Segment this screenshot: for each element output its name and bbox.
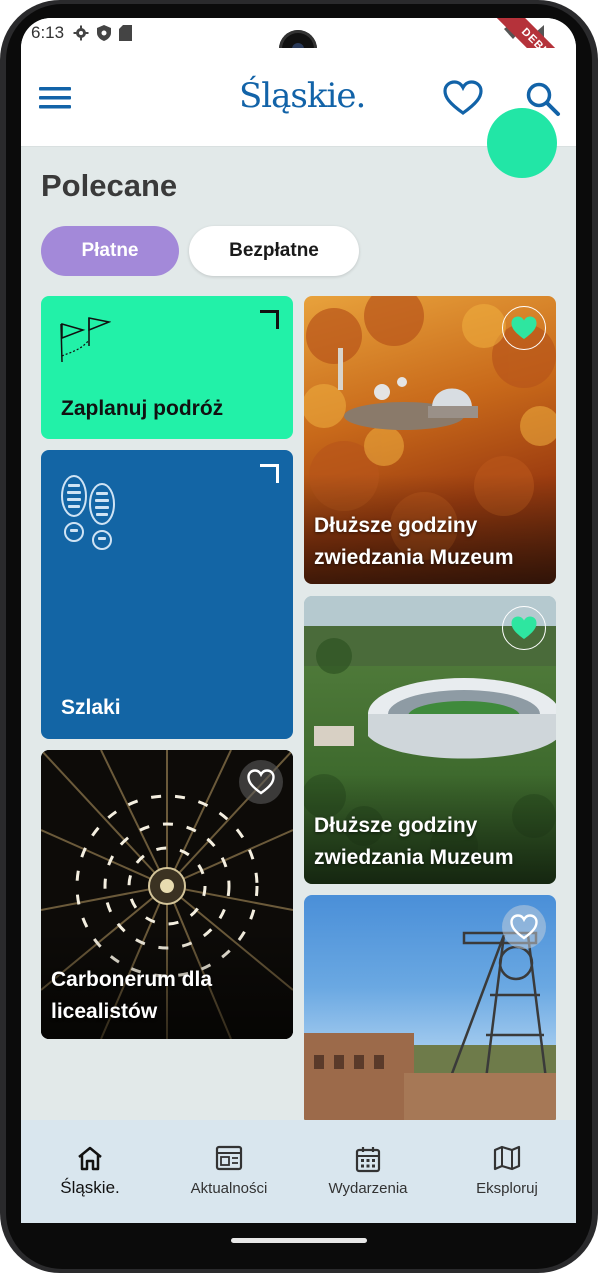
expand-corner-icon xyxy=(260,310,279,329)
map-icon xyxy=(493,1145,521,1171)
flags-icon xyxy=(60,317,111,363)
news-icon xyxy=(215,1145,243,1171)
trails-card[interactable]: Szlaki xyxy=(41,450,293,739)
app-logo: Śląskie. xyxy=(239,76,366,116)
favorite-button[interactable] xyxy=(502,306,546,350)
museum-1-label: Dłuższe godziny zwiedzania Muzeum xyxy=(314,514,514,569)
museum-card-2[interactable]: Dłuższe godziny zwiedzania Muzeum xyxy=(304,596,556,884)
hamburger-menu-icon[interactable] xyxy=(39,85,73,111)
nav-label-home: Śląskie. xyxy=(60,1178,120,1197)
bottom-navigation: Śląskie. Aktualności Wydarzenia Eksploru… xyxy=(21,1120,576,1223)
app-screen: 6:13 DEBUG Śląskie. Polecane Płatne Bezp xyxy=(21,18,576,1223)
plan-trip-label: Zaplanuj podróż xyxy=(61,397,224,420)
trails-label: Szlaki xyxy=(61,696,121,719)
nav-item-explore[interactable]: Eksploruj xyxy=(438,1120,576,1223)
nav-item-events[interactable]: Wydarzenia xyxy=(299,1120,437,1223)
nav-item-home[interactable]: Śląskie. xyxy=(21,1120,159,1223)
favorites-heart-icon[interactable] xyxy=(443,80,483,116)
favorite-button[interactable] xyxy=(239,760,283,804)
heart-outline-icon xyxy=(247,769,275,795)
heart-filled-icon xyxy=(511,316,537,339)
carbonerum-card[interactable]: Carbonerum dla licealistów xyxy=(41,750,293,1039)
home-indicator[interactable] xyxy=(231,1238,367,1243)
museum-card-1[interactable]: Dłuższe godziny zwiedzania Muzeum xyxy=(304,296,556,584)
settings-gear-icon xyxy=(73,25,89,41)
heart-filled-icon xyxy=(511,616,537,639)
nav-label-explore: Eksploruj xyxy=(476,1180,538,1197)
shield-icon xyxy=(97,25,111,41)
carbonerum-label: Carbonerum dla licealistów xyxy=(51,968,213,1023)
home-icon xyxy=(78,1146,102,1171)
favorite-button[interactable] xyxy=(502,606,546,650)
filter-chip-paid[interactable]: Płatne xyxy=(41,226,179,276)
plan-trip-card[interactable]: Zaplanuj podróż xyxy=(41,296,293,439)
floating-action-button[interactable] xyxy=(487,108,557,178)
calendar-icon xyxy=(355,1147,381,1173)
status-icons-left xyxy=(73,25,132,41)
nav-item-news[interactable]: Aktualności xyxy=(160,1120,298,1223)
mine-card[interactable] xyxy=(304,895,556,1125)
expand-corner-icon xyxy=(260,464,279,483)
heart-outline-icon xyxy=(510,914,538,940)
page-title: Polecane xyxy=(41,168,178,203)
sd-card-icon xyxy=(119,25,132,41)
status-time: 6:13 xyxy=(31,23,65,42)
filter-chip-free[interactable]: Bezpłatne xyxy=(189,226,359,276)
nav-label-news: Aktualności xyxy=(190,1180,268,1197)
footprints-icon xyxy=(61,475,115,550)
favorite-button[interactable] xyxy=(502,905,546,949)
nav-label-events: Wydarzenia xyxy=(328,1180,408,1197)
museum-2-label: Dłuższe godziny zwiedzania Muzeum xyxy=(314,814,514,869)
